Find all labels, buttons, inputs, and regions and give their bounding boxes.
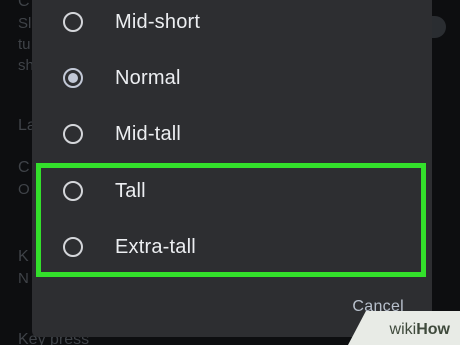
radio-unchecked-icon[interactable] bbox=[63, 12, 83, 32]
background-text: O bbox=[18, 181, 30, 198]
screen: C Sl tu sh La C O K N Key press Mid-shor… bbox=[0, 0, 460, 345]
highlight-box bbox=[36, 163, 426, 277]
option-label: Mid-short bbox=[115, 10, 201, 33]
radio-checked-icon[interactable] bbox=[63, 68, 83, 88]
radio-unchecked-icon[interactable] bbox=[63, 124, 83, 144]
watermark-wiki: wiki bbox=[389, 321, 417, 338]
background-text: N bbox=[18, 270, 29, 287]
watermark-how: How bbox=[416, 321, 450, 338]
option-label: Mid-tall bbox=[115, 122, 182, 145]
option-mid-short[interactable]: Mid-short bbox=[32, 0, 432, 48]
option-label: Normal bbox=[115, 66, 181, 89]
option-mid-tall[interactable]: Mid-tall bbox=[32, 108, 432, 160]
background-text: C bbox=[18, 159, 30, 176]
option-normal[interactable]: Normal bbox=[32, 52, 432, 104]
background-text: tu bbox=[18, 36, 31, 53]
background-text: C bbox=[18, 0, 30, 10]
watermark-text: wikiHow bbox=[390, 321, 450, 339]
background-text: Sl bbox=[18, 15, 32, 32]
background-text: K bbox=[18, 248, 29, 265]
